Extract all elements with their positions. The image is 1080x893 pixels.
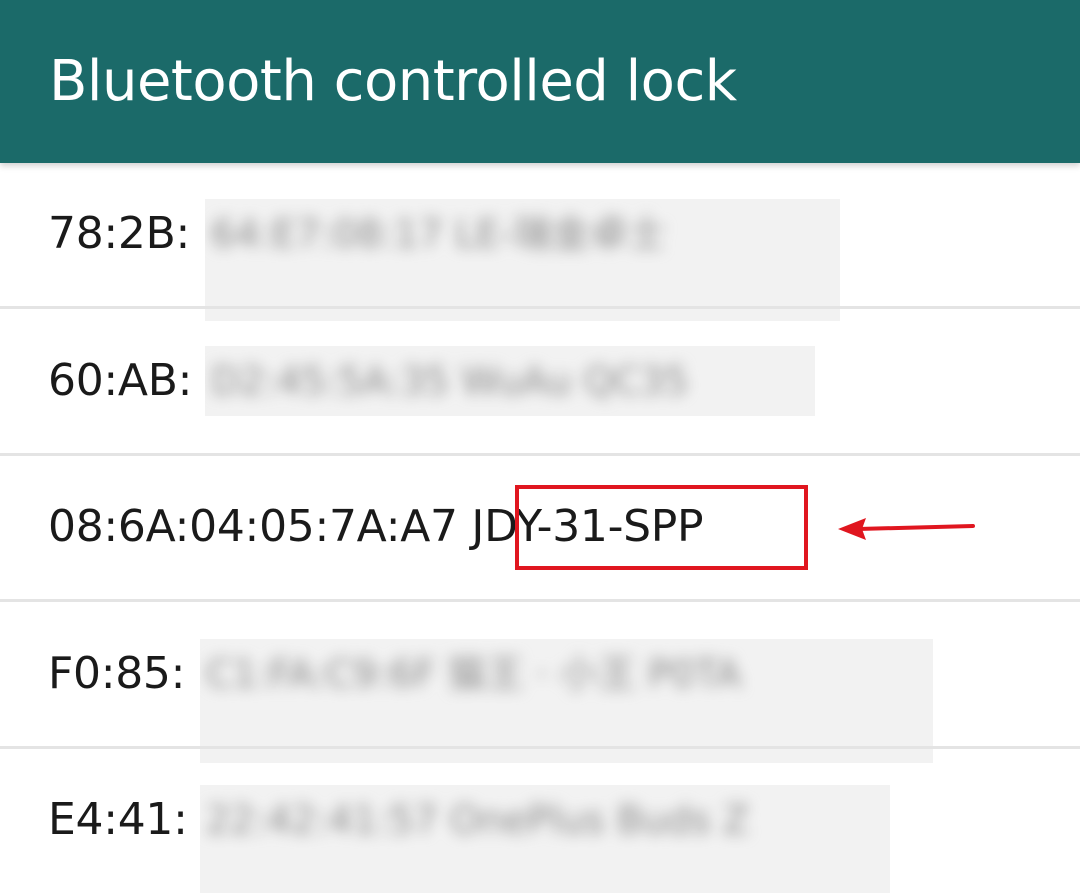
divider: [0, 306, 1080, 309]
device-label: F0:85:: [48, 648, 186, 699]
obscured-text: 64:E7:08:17 LE-瑞金卓士: [211, 212, 666, 256]
obscured-region: C1:FA:C9:6F 猫王 · 小王 P0TA: [200, 639, 933, 763]
device-row-5[interactable]: E4:41: 22:42:41:57 OnePlus Buds Z: [0, 749, 1080, 893]
obscured-region: 22:42:41:57 OnePlus Buds Z: [200, 785, 890, 893]
obscured-region: D2:45:5A:35 WuAu QC35: [205, 346, 815, 416]
highlight-box: [515, 485, 808, 570]
left-arrow-icon: [838, 518, 975, 540]
device-row-2[interactable]: 60:AB: D2:45:5A:35 WuAu QC35: [0, 310, 1080, 456]
divider: [0, 599, 1080, 602]
device-label: E4:41:: [48, 794, 188, 845]
obscured-text: 22:42:41:57 OnePlus Buds Z: [206, 798, 749, 842]
obscured-region: 64:E7:08:17 LE-瑞金卓士: [205, 199, 840, 321]
device-label: 60:AB:: [48, 355, 193, 406]
device-row-4[interactable]: F0:85: C1:FA:C9:6F 猫王 · 小王 P0TA: [0, 603, 1080, 763]
obscured-text: D2:45:5A:35 WuAu QC35: [211, 359, 689, 403]
device-row-1[interactable]: 78:2B: 64:E7:08:17 LE-瑞金卓士: [0, 163, 1080, 321]
obscured-text: C1:FA:C9:6F 猫王 · 小王 P0TA: [206, 652, 742, 696]
app-bar: Bluetooth controlled lock: [0, 0, 1080, 163]
app-title: Bluetooth controlled lock: [49, 49, 737, 114]
device-label: 78:2B:: [48, 208, 191, 259]
